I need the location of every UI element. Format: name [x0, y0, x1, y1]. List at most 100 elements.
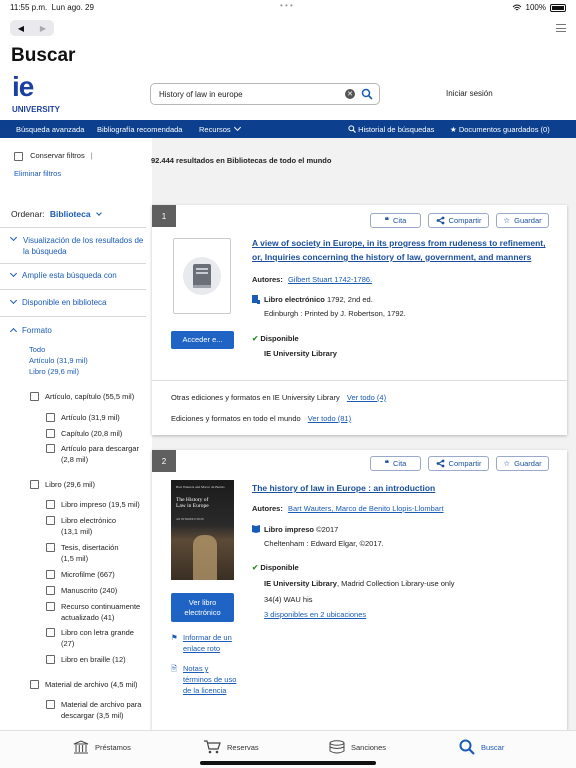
- format-filter-item[interactable]: Libro (29,6 mil): [30, 479, 145, 490]
- facet-expand[interactable]: Amplíe esta búsqueda con: [9, 269, 117, 281]
- keep-filters-checkbox[interactable]: [14, 151, 23, 161]
- format-checkbox[interactable]: [46, 543, 55, 552]
- format-checkbox[interactable]: [30, 392, 39, 401]
- format-link-book[interactable]: Libro (29,6 mil): [29, 367, 79, 376]
- result-title-link[interactable]: The history of law in Europe : an introd…: [252, 481, 552, 495]
- sort-control[interactable]: Ordenar: Biblioteca: [11, 209, 102, 219]
- format-filter-item[interactable]: Libro electrónico (13,1 mil): [46, 515, 126, 537]
- format-filter-item[interactable]: Libro impreso (19,5 mil): [46, 499, 146, 510]
- format-checkbox[interactable]: [46, 444, 55, 453]
- format-link-all[interactable]: Todo: [29, 345, 45, 354]
- login-link[interactable]: Iniciar sesión: [446, 89, 493, 98]
- format-filter-item[interactable]: Manuscrito (240): [46, 585, 146, 596]
- author-link[interactable]: Bart Wauters, Marco de Benito Llopis-Llo…: [288, 504, 444, 513]
- menu-icon[interactable]: [556, 24, 566, 32]
- tab-fines[interactable]: Sanciones: [329, 731, 386, 763]
- format-checkbox[interactable]: [46, 500, 55, 509]
- save-button[interactable]: ☆ Guardar: [496, 213, 549, 228]
- format-checkbox[interactable]: [46, 602, 55, 611]
- report-broken-link[interactable]: ⚑ Informar de un enlace roto: [171, 632, 237, 654]
- format-filter-item[interactable]: Microfilme (667): [46, 569, 146, 580]
- back-button[interactable]: ◀: [10, 20, 32, 36]
- availability-status: ✔ Disponible: [252, 563, 299, 572]
- format-checkbox[interactable]: [46, 700, 55, 709]
- license-terms-link[interactable]: 🗎 Notas y términos de uso de la licencia: [171, 663, 237, 696]
- share-button[interactable]: Compartir: [428, 456, 489, 471]
- format-filter-item[interactable]: Recurso continuamente actualizado (41): [46, 601, 146, 623]
- format-filter-label: Tesis, disertación (1,5 mil): [61, 543, 119, 563]
- result-title-link[interactable]: A view of society in Europe, in its prog…: [252, 236, 552, 264]
- facet-format[interactable]: Formato: [9, 325, 52, 336]
- wifi-icon: [512, 4, 521, 10]
- format-filter-item[interactable]: Capítulo (20,8 mil): [46, 428, 146, 439]
- coins-icon: [329, 740, 345, 754]
- save-button[interactable]: ☆ Guardar: [496, 456, 549, 471]
- clear-filters-link[interactable]: Eliminar filtros: [14, 169, 61, 178]
- format-filter-item[interactable]: Tesis, disertación (1,5 mil): [46, 542, 126, 564]
- advanced-search-link[interactable]: Búsqueda avanzada: [16, 125, 84, 134]
- format-filter-item[interactable]: Material de archivo (4,5 mil): [30, 679, 145, 690]
- author-link[interactable]: Gilbert Stuart 1742-1786.: [288, 275, 372, 284]
- logo-mark: ie: [12, 71, 34, 102]
- other-editions-link[interactable]: Ver todo (4): [347, 393, 386, 402]
- resources-menu[interactable]: Recursos: [199, 123, 241, 134]
- view-ebook-button[interactable]: Ver libro electrónico: [171, 593, 234, 622]
- format-checkbox[interactable]: [46, 429, 55, 438]
- facet-format-label: Formato: [22, 326, 52, 335]
- divider: [0, 316, 146, 317]
- library-label: IE University Library: [264, 579, 337, 588]
- share-button[interactable]: Compartir: [428, 213, 489, 228]
- results-count: 92.444 resultados en Bibliotecas de todo…: [151, 156, 332, 165]
- format-checkbox[interactable]: [46, 413, 55, 422]
- filters-sidebar: Conservar filtros | Eliminar filtros Ord…: [0, 138, 152, 730]
- cover-statue: [193, 535, 217, 580]
- search-history-link[interactable]: Historial de búsquedas: [348, 125, 434, 134]
- facet-available[interactable]: Disponible en biblioteca: [9, 296, 107, 308]
- keep-filters-label: Conservar filtros: [30, 151, 85, 160]
- tab-holds[interactable]: Reservas: [203, 731, 259, 763]
- keep-filters-toggle[interactable]: Conservar filtros |: [14, 151, 93, 161]
- chevron-down-icon: [233, 123, 241, 132]
- clear-search-icon[interactable]: ✕: [345, 89, 355, 99]
- tab-holds-label: Reservas: [227, 742, 259, 752]
- chevron-down-icon: [96, 210, 102, 216]
- world-editions-link[interactable]: Ver todo (81): [308, 414, 351, 423]
- search-icon[interactable]: [361, 88, 373, 100]
- quote-icon: ❝: [384, 459, 389, 468]
- availability-label: Disponible: [260, 563, 299, 572]
- format-filter-item[interactable]: Artículo, capítulo (55,5 mil): [30, 391, 145, 402]
- format-checkbox[interactable]: [46, 655, 55, 664]
- format-checkbox[interactable]: [46, 570, 55, 579]
- format-filter-item[interactable]: Libro con letra grande (27): [46, 627, 146, 649]
- divider: [0, 289, 146, 290]
- format-link-article[interactable]: Artículo (31,9 mil): [29, 356, 88, 365]
- book-cover-image[interactable]: Bart Wauters and Marco de Benito The His…: [171, 480, 234, 580]
- ie-university-logo[interactable]: ie UNIVERSITY: [12, 72, 72, 118]
- facet-visualization[interactable]: Visualización de los resultados de la bú…: [9, 233, 146, 257]
- format-checkbox[interactable]: [30, 480, 39, 489]
- forward-button[interactable]: ▶: [32, 20, 54, 36]
- cite-button[interactable]: ❝ Cita: [370, 456, 421, 471]
- format-filter-item[interactable]: Artículo (31,9 mil): [46, 412, 146, 423]
- format-checkbox[interactable]: [46, 586, 55, 595]
- format-checkbox[interactable]: [46, 628, 55, 637]
- recommended-bibliography-link[interactable]: Bibliografía recomendada: [97, 125, 182, 134]
- tab-loans[interactable]: Préstamos: [73, 731, 131, 763]
- format-filter-label: Microfilme (667): [61, 570, 115, 579]
- saved-documents-link[interactable]: ★ Documentos guardados (0): [450, 125, 550, 134]
- result-format: Libro electrónico 1792, 2nd ed.: [264, 295, 373, 304]
- access-button[interactable]: Acceder e...: [171, 331, 234, 349]
- format-filter-item[interactable]: Libro en braille (12): [46, 654, 146, 665]
- cite-button[interactable]: ❝ Cita: [370, 213, 421, 228]
- saved-documents-label: Documentos guardados (0): [458, 125, 550, 134]
- format-filter-item[interactable]: Artículo para descargar (2,8 mil): [46, 443, 146, 465]
- tab-search[interactable]: Buscar: [459, 731, 504, 763]
- authors-label: Autores:: [252, 504, 283, 513]
- format-filter-item[interactable]: Material de archivo para descargar (3,5 …: [46, 699, 146, 721]
- locations-link[interactable]: 3 disponibles en 2 ubicaciones: [264, 610, 366, 619]
- search-icon: [459, 739, 475, 755]
- book-cover-placeholder[interactable]: [173, 238, 231, 314]
- format-checkbox[interactable]: [46, 516, 55, 525]
- search-input[interactable]: History of law in europe ✕: [150, 83, 380, 105]
- format-checkbox[interactable]: [30, 680, 39, 689]
